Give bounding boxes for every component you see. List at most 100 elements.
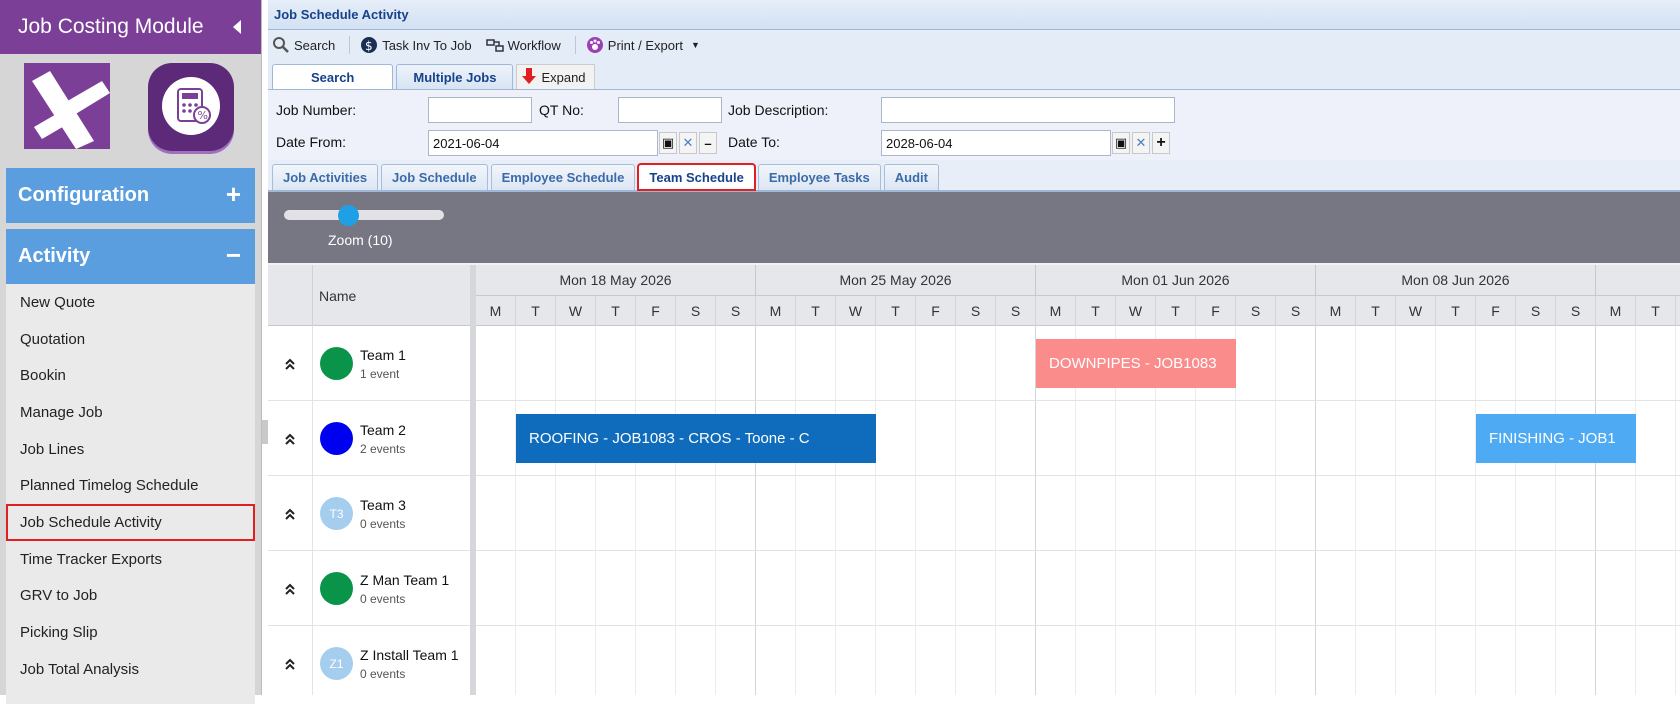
schedule-event[interactable]: FINISHING - JOB1: [1476, 414, 1636, 463]
chevron-down-icon: ▼: [690, 40, 700, 50]
search-icon: [272, 36, 290, 54]
day-header: W: [836, 296, 876, 326]
team-scheduler: Name Mon 18 May 2026 M T W T F S S Mon 25 May 20…: [268, 265, 1680, 695]
print-export-label: Print / Export: [607, 37, 683, 53]
day-header: F: [636, 296, 676, 326]
schedule-event[interactable]: ROOFING - JOB1083 - CROS - Toone - C: [516, 414, 876, 463]
grid-line: [635, 326, 636, 695]
collapse-row-icon[interactable]: [268, 626, 313, 695]
minus-icon[interactable]: –: [699, 132, 717, 154]
day-header: S: [1556, 296, 1596, 326]
tab-team-schedule[interactable]: Team Schedule: [637, 163, 756, 191]
tab-employee-schedule[interactable]: Employee Schedule: [490, 164, 636, 190]
job-description-input[interactable]: [881, 97, 1175, 123]
tab-job-activities[interactable]: Job Activities: [272, 164, 379, 190]
tab-employee-tasks[interactable]: Employee Tasks: [757, 164, 881, 190]
sidebar-section-activity[interactable]: Activity −: [6, 229, 255, 284]
week-header: Mon 18 May 2026: [476, 265, 756, 296]
day-header: M: [1036, 296, 1076, 326]
plus-icon[interactable]: +: [1152, 132, 1170, 154]
grid-line: [1315, 326, 1316, 695]
workflow-label: Workflow: [507, 37, 561, 53]
collapse-row-icon[interactable]: [268, 551, 313, 626]
schedule-grid: DOWNPIPES - JOB1083 ROOFING - JOB1083 - C…: [476, 326, 1680, 695]
calendar-icon[interactable]: ▣: [659, 132, 677, 154]
tab-job-schedule[interactable]: Job Schedule: [381, 164, 488, 190]
grid-line: [755, 326, 756, 695]
sidebar-item-time-tracker-exports[interactable]: Time Tracker Exports: [6, 541, 255, 578]
resource-row[interactable]: Z1 Z Install Team 1 0 events: [268, 626, 470, 695]
team-avatar: [320, 572, 353, 605]
date-from-input[interactable]: [428, 130, 658, 156]
sidebar-item-bookin[interactable]: Bookin: [6, 357, 255, 394]
sidebar-section-configuration[interactable]: Configuration +: [6, 168, 255, 223]
sidebar-header: Job Costing Module: [0, 0, 261, 54]
day-header: T: [1156, 296, 1196, 326]
resource-row[interactable]: Team 2 2 events: [268, 401, 470, 476]
tab-search[interactable]: Search: [272, 64, 394, 89]
date-to-input[interactable]: [881, 130, 1111, 156]
sidebar-item-new-quote[interactable]: New Quote: [6, 284, 255, 321]
collapse-row-icon[interactable]: [268, 326, 313, 401]
workflow-button[interactable]: Workflow: [485, 36, 561, 54]
team-avatar: T3: [320, 497, 353, 530]
sidebar-item-planned-timelog-schedule[interactable]: Planned Timelog Schedule: [6, 467, 255, 504]
sidebar-item-picking-slip[interactable]: Picking Slip: [6, 614, 255, 651]
toolbar: Search $ Task Inv To Job Workflow Print …: [268, 30, 1680, 60]
week-header: Mon 01 Jun 2026: [1036, 265, 1316, 296]
day-header: S: [1516, 296, 1556, 326]
qt-no-input[interactable]: [618, 97, 722, 123]
grid-line: [1555, 326, 1556, 695]
event-count: 2 events: [360, 442, 406, 456]
job-number-input[interactable]: [428, 97, 532, 123]
zoom-slider-track[interactable]: [284, 210, 444, 220]
grid-line: [1635, 326, 1636, 695]
week-header: Mon 25 May 2026: [756, 265, 1036, 296]
task-inv-to-job-button[interactable]: $ Task Inv To Job: [360, 36, 472, 54]
grid-line: [995, 326, 996, 695]
collapse-row-icon[interactable]: [268, 476, 313, 551]
search-button[interactable]: Search: [272, 36, 335, 54]
collapse-row-icon[interactable]: [268, 401, 313, 476]
job-description-label: Job Description:: [728, 102, 829, 118]
day-header: M: [1596, 296, 1636, 326]
sidebar-item-quotation[interactable]: Quotation: [6, 321, 255, 358]
clear-icon[interactable]: ✕: [679, 132, 697, 154]
clear-icon[interactable]: ✕: [1132, 132, 1150, 154]
sidebar-item-manage-job[interactable]: Manage Job: [6, 394, 255, 431]
collapse-minus-icon[interactable]: −: [226, 242, 241, 268]
print-export-button[interactable]: Print / Export ▼: [586, 36, 700, 54]
resource-row[interactable]: T3 Team 3 0 events: [268, 476, 470, 551]
grid-line: [1355, 326, 1356, 695]
day-header: W: [1676, 296, 1680, 326]
sidebar-item-job-total-analysis[interactable]: Job Total Analysis: [6, 651, 255, 688]
day-header: W: [556, 296, 596, 326]
expand-button[interactable]: Expand: [516, 64, 595, 89]
tab-audit[interactable]: Audit: [883, 164, 939, 190]
zoom-slider-thumb[interactable]: [338, 205, 359, 226]
team-name: Team 1: [360, 347, 406, 363]
collapse-sidebar-icon[interactable]: [233, 20, 241, 34]
task-inv-to-job-label: Task Inv To Job: [382, 37, 472, 53]
date-to-label: Date To:: [728, 134, 780, 150]
name-column-header[interactable]: Name: [313, 265, 470, 326]
day-header: F: [1476, 296, 1516, 326]
sidebar-item-job-lines[interactable]: Job Lines: [6, 431, 255, 468]
resource-row[interactable]: Z Man Team 1 0 events: [268, 551, 470, 626]
sidebar-item-grv-to-job[interactable]: GRV to Job: [6, 578, 255, 615]
expand-label: Expand: [541, 69, 586, 85]
row-line: [476, 475, 1680, 476]
sidebar-item-job-schedule-activity[interactable]: Job Schedule Activity: [6, 504, 255, 541]
tab-multiple-jobs[interactable]: Multiple Jobs: [396, 64, 514, 89]
toolbar-separator: [349, 36, 351, 54]
day-header: M: [756, 296, 796, 326]
resource-row[interactable]: Team 1 1 event: [268, 326, 470, 401]
svg-text:$: $: [365, 39, 373, 53]
calendar-icon[interactable]: ▣: [1112, 132, 1130, 154]
main-panel: Job Schedule Activity Search $ Task Inv …: [268, 0, 1680, 695]
schedule-event[interactable]: DOWNPIPES - JOB1083: [1036, 339, 1236, 388]
row-line: [476, 400, 1680, 401]
scheduler-splitter[interactable]: [470, 265, 476, 695]
section-label: Activity: [18, 245, 91, 267]
expand-plus-icon[interactable]: +: [226, 181, 241, 207]
